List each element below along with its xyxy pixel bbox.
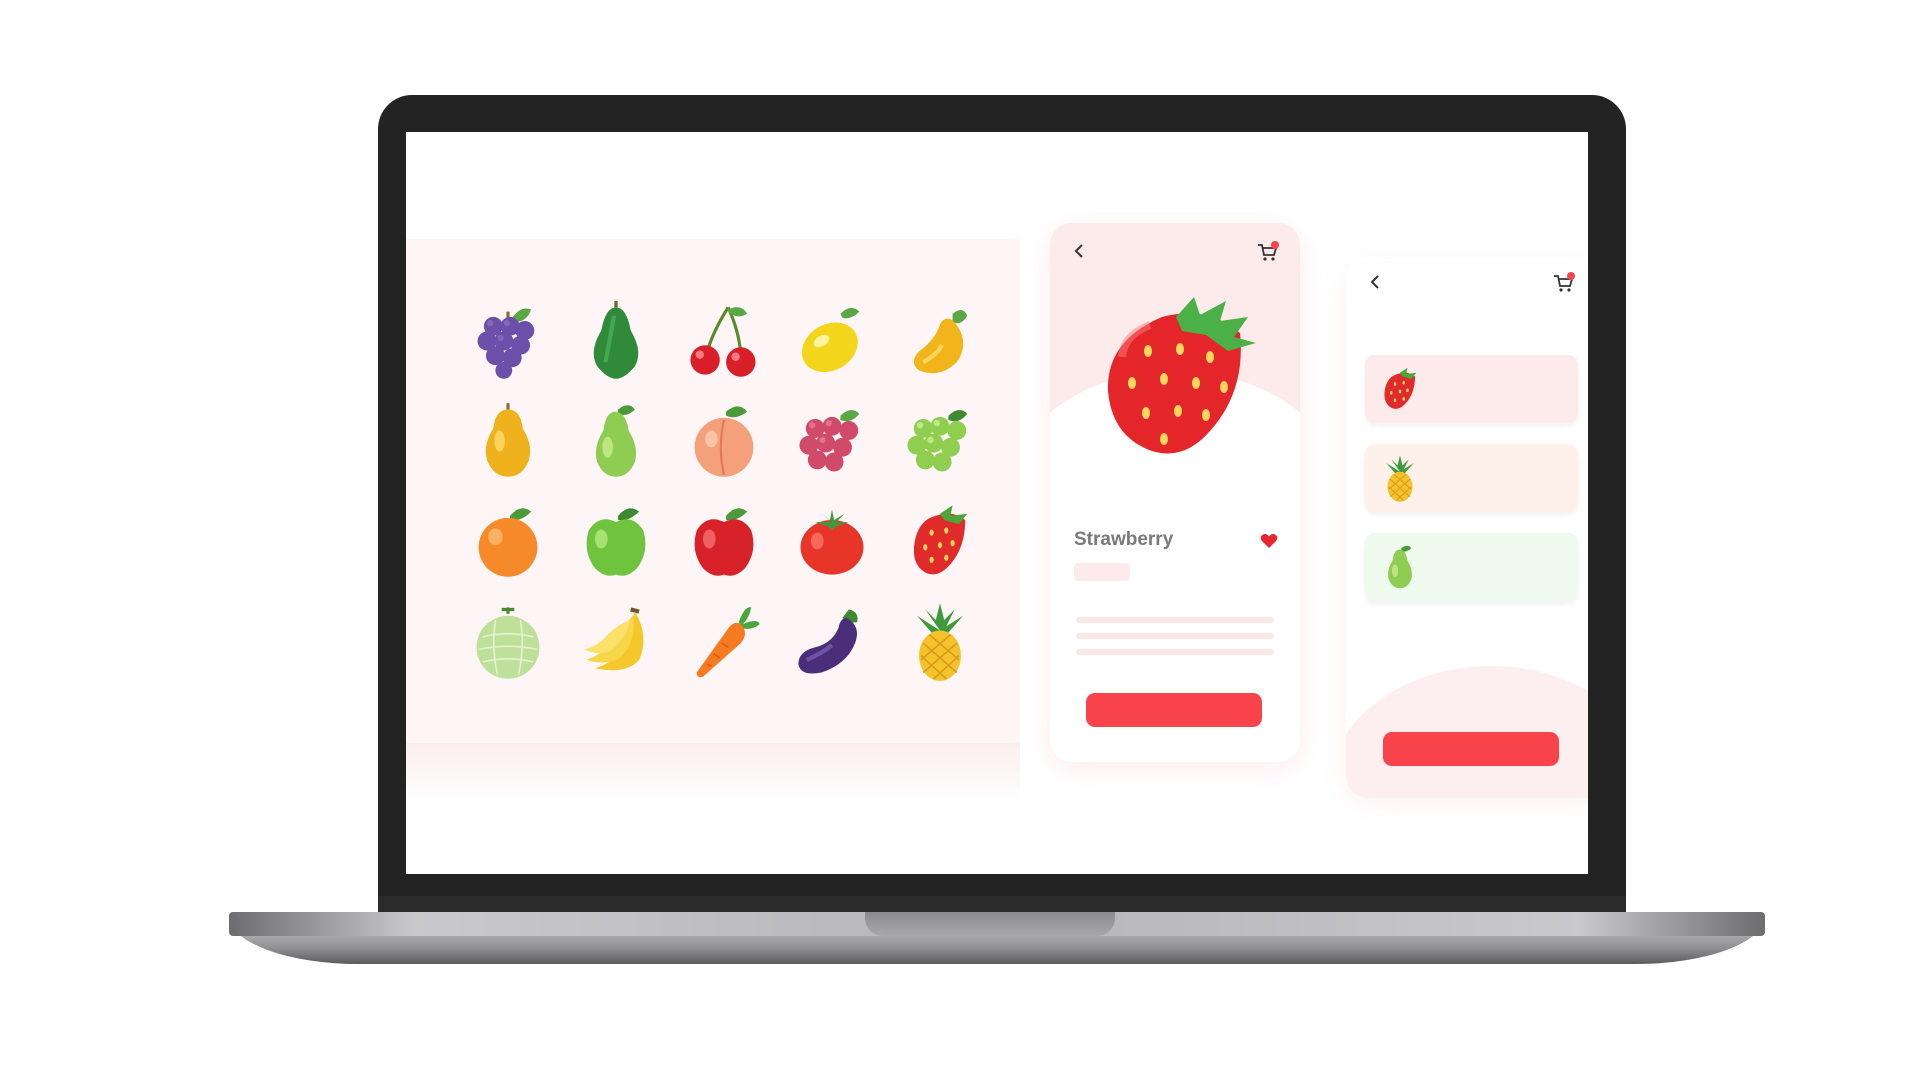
laptop-chin	[378, 896, 1626, 913]
chevron-left-icon[interactable]	[1366, 272, 1384, 292]
grapes-icon[interactable]	[454, 291, 562, 391]
fruit-catalog-panel	[406, 239, 1020, 803]
cart-item-pear[interactable]	[1365, 533, 1578, 601]
cart-icon[interactable]	[1552, 272, 1576, 294]
cart-icon[interactable]	[1256, 241, 1280, 263]
pineapple-icon[interactable]	[886, 591, 994, 691]
strawberry-icon[interactable]	[886, 491, 994, 591]
description-line	[1076, 633, 1274, 639]
product-name: Strawberry	[1074, 529, 1174, 550]
red-apple-icon[interactable]	[670, 491, 778, 591]
green-pear-icon	[1388, 545, 1412, 589]
green-apple-icon[interactable]	[562, 491, 670, 591]
cherries-icon[interactable]	[670, 291, 778, 391]
fruit-grid	[454, 291, 994, 691]
laptop-screen: Strawberry	[406, 132, 1588, 874]
laptop-notch	[865, 912, 1115, 936]
pineapple-icon	[1386, 455, 1414, 502]
heart-icon[interactable]	[1260, 533, 1278, 549]
tomato-icon[interactable]	[778, 491, 886, 591]
melon-icon[interactable]	[454, 591, 562, 691]
cart-item-strawberry[interactable]	[1365, 355, 1578, 423]
mango-icon[interactable]	[886, 291, 994, 391]
cart-card	[1346, 258, 1588, 798]
orange-icon[interactable]	[454, 491, 562, 591]
eggplant-icon[interactable]	[778, 591, 886, 691]
peach-icon[interactable]	[670, 391, 778, 491]
cart-item-pineapple[interactable]	[1365, 444, 1578, 512]
red-grapes-icon[interactable]	[778, 391, 886, 491]
green-grapes-icon[interactable]	[886, 391, 994, 491]
carrot-icon[interactable]	[670, 591, 778, 691]
green-pear-icon[interactable]	[562, 391, 670, 491]
chevron-left-icon[interactable]	[1070, 241, 1088, 261]
product-detail-card: Strawberry	[1050, 223, 1300, 762]
lemon-icon[interactable]	[778, 291, 886, 391]
strawberry-icon	[1384, 367, 1417, 409]
add-to-cart-button[interactable]	[1086, 693, 1262, 727]
description-line	[1076, 617, 1274, 623]
price-placeholder	[1074, 563, 1130, 581]
description-line	[1076, 649, 1274, 655]
avocado-icon[interactable]	[562, 291, 670, 391]
banana-icon[interactable]	[562, 591, 670, 691]
checkout-button[interactable]	[1383, 732, 1559, 766]
yellow-pear-icon[interactable]	[454, 391, 562, 491]
strawberry-hero-image	[1107, 297, 1256, 454]
